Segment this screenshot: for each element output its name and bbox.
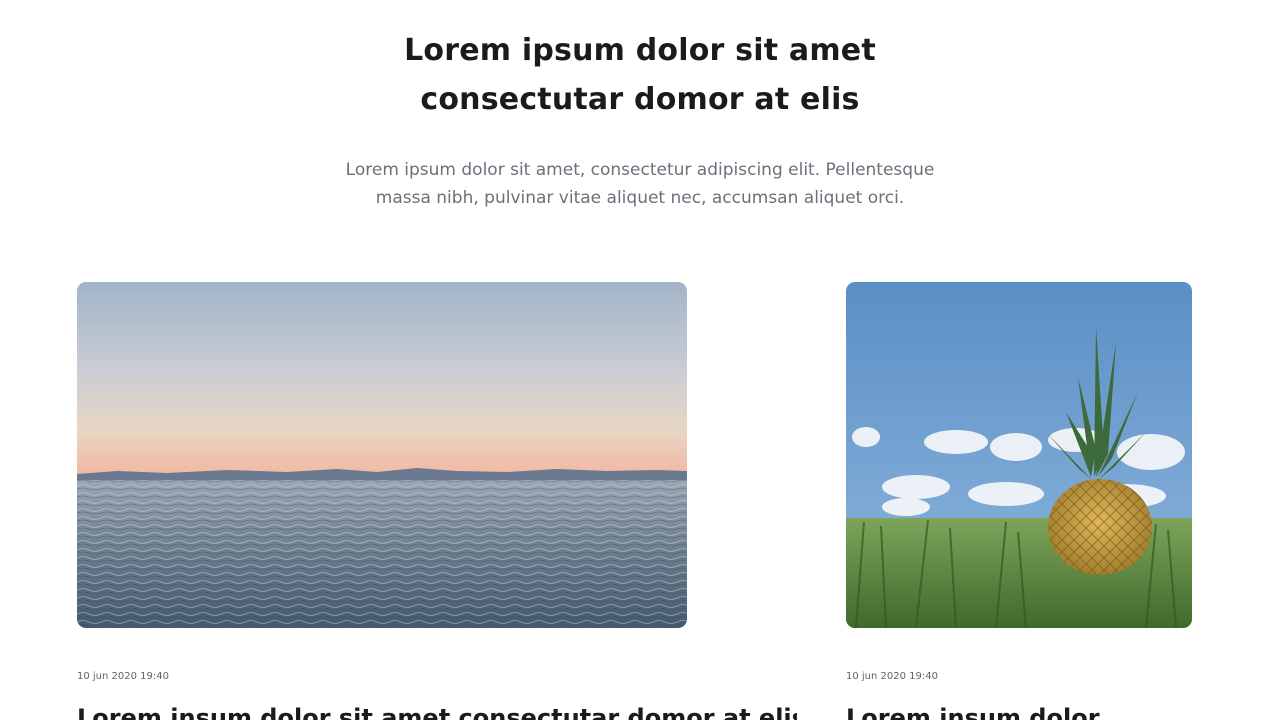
card-date: 10 jun 2020 19:40 (846, 671, 938, 682)
section-subtitle-line-2: massa nibh, pulvinar vitae aliquet nec, … (375, 188, 905, 208)
section-subtitle: Lorem ipsum dolor sit amet, consectetur … (340, 156, 940, 212)
section-heading: Lorem ipsum dolor sit amet consectutar d… (0, 26, 1280, 124)
page: Lorem ipsum dolor sit amet consectutar d… (0, 0, 1280, 720)
card-image-sea[interactable] (77, 282, 687, 628)
section-heading-line-2: consectutar domor at elis (420, 82, 860, 117)
card-title-link[interactable]: Lorem insum dolor sit amet consectutar d… (77, 702, 797, 720)
pineapple-grass-photo (846, 282, 1192, 628)
card-title-link[interactable]: Lorem insum dolor (846, 702, 1246, 720)
sea-sunset-photo (77, 282, 687, 628)
section-subtitle-line-1: Lorem ipsum dolor sit amet, consectetur … (345, 160, 935, 180)
card-date: 10 jun 2020 19:40 (77, 671, 169, 682)
card-image-pineapple[interactable] (846, 282, 1192, 628)
section-heading-line-1: Lorem ipsum dolor sit amet (404, 33, 876, 68)
